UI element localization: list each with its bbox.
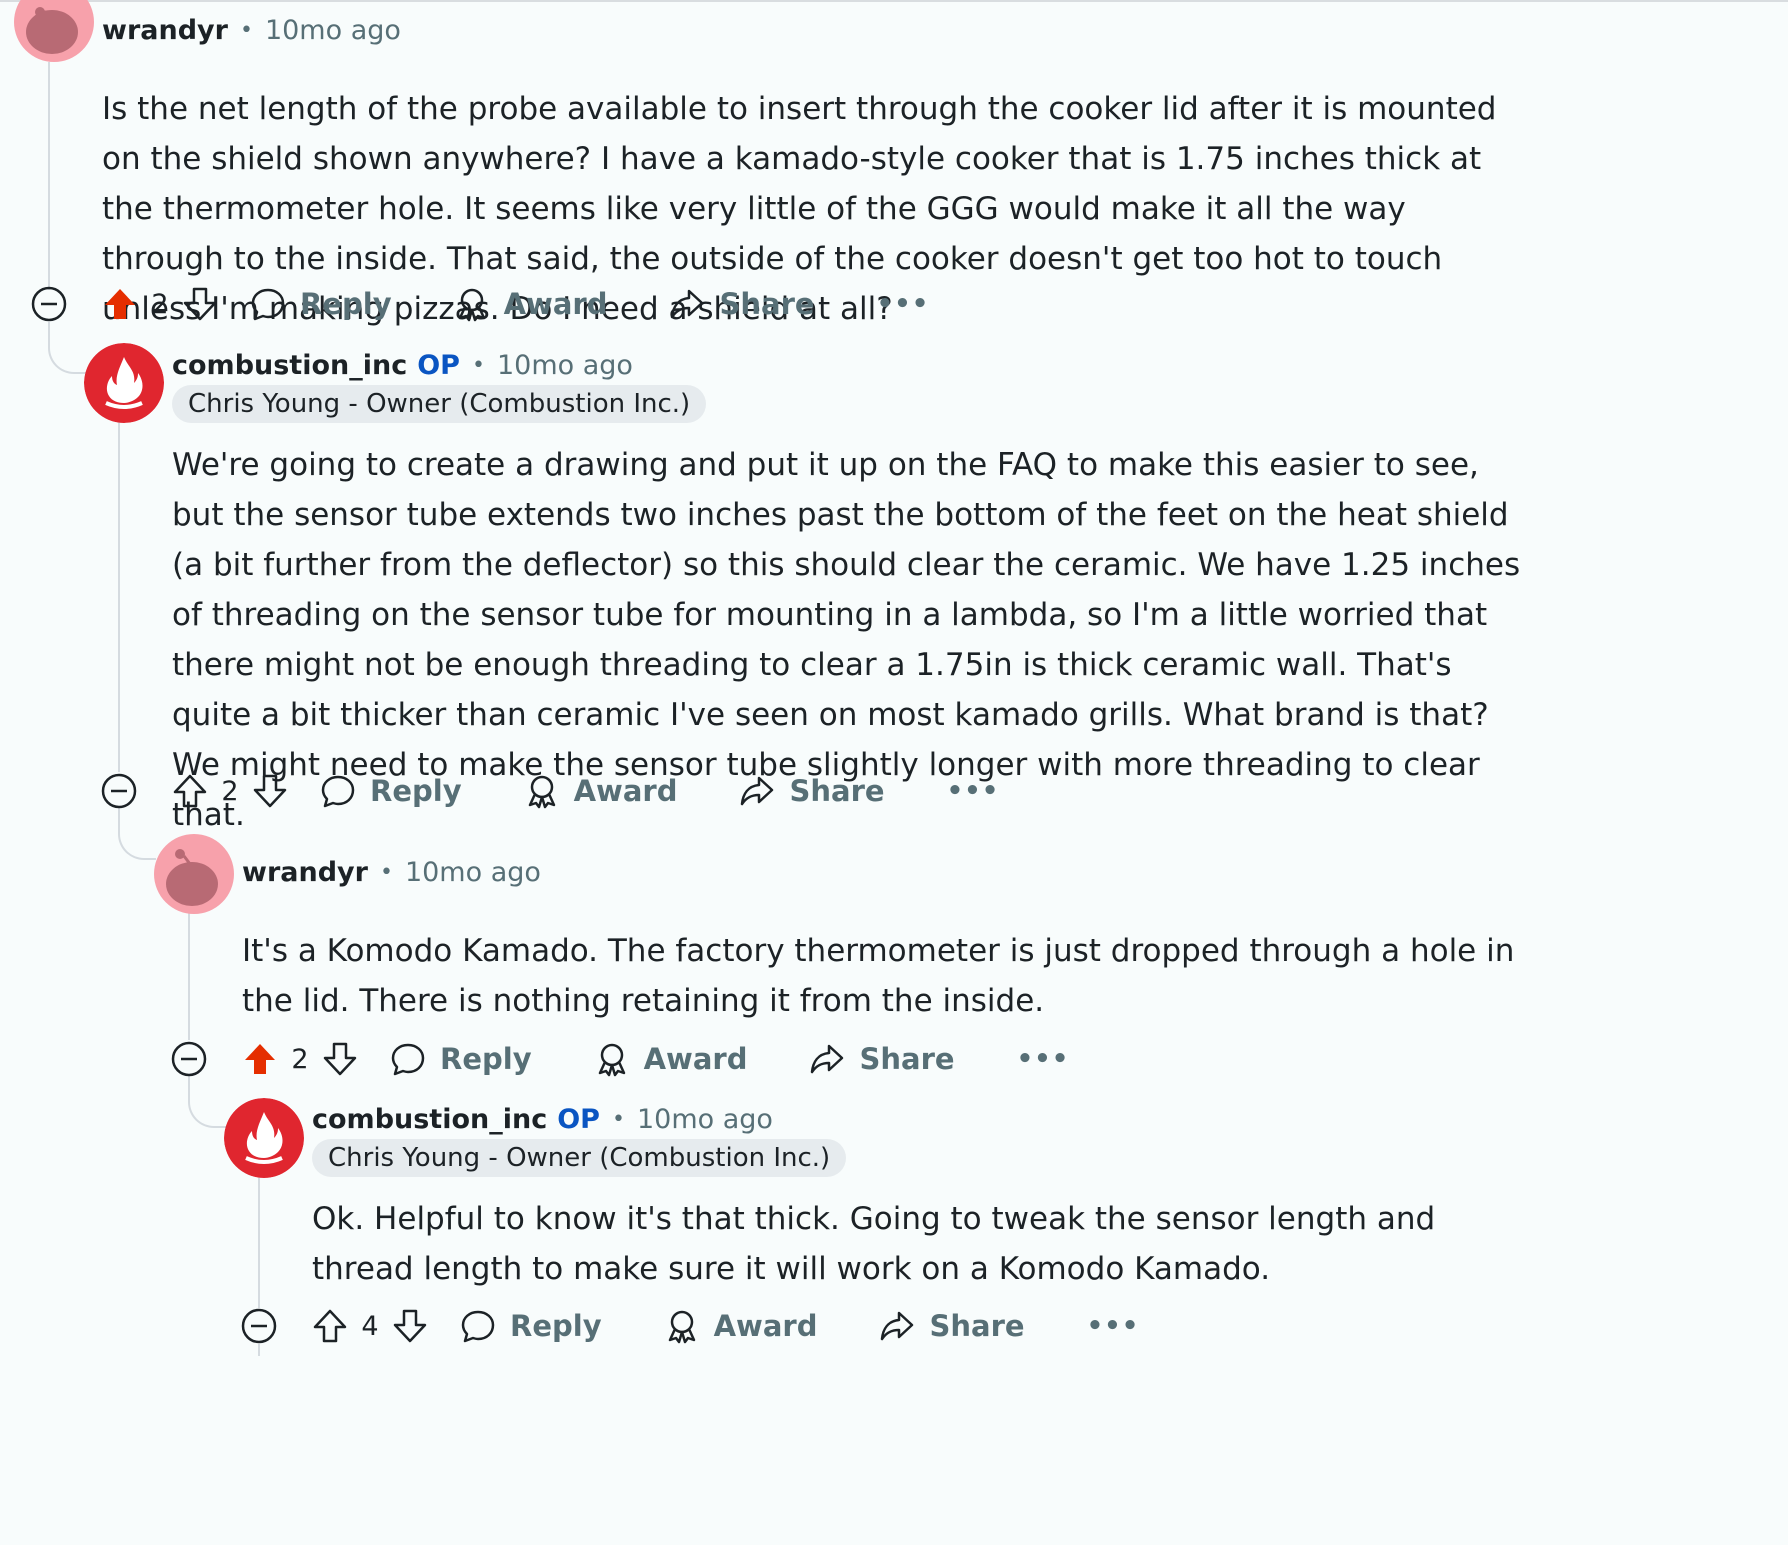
separator-dot: • bbox=[471, 352, 485, 378]
award-label: Award bbox=[643, 1042, 748, 1076]
thread-line bbox=[118, 420, 120, 772]
username[interactable]: combustion_inc bbox=[172, 350, 407, 381]
thread-curve bbox=[188, 1076, 226, 1128]
comment-meta: wrandyr • 10mo ago bbox=[242, 850, 541, 894]
award-button[interactable]: Award bbox=[664, 1308, 818, 1344]
downvote-icon[interactable] bbox=[250, 771, 290, 811]
share-button[interactable]: Share bbox=[669, 286, 815, 322]
vote-score: 2 bbox=[221, 775, 239, 807]
award-icon bbox=[668, 1310, 695, 1344]
reply-label: Reply bbox=[370, 774, 462, 808]
snoo-avatar-icon[interactable] bbox=[154, 834, 234, 914]
thread-line bbox=[48, 62, 50, 290]
comment-bubble-icon bbox=[251, 288, 285, 321]
upvote-filled-icon[interactable] bbox=[240, 1039, 280, 1079]
user-flair: Chris Young - Owner (Combustion Inc.) bbox=[312, 1139, 847, 1177]
share-icon bbox=[811, 1044, 844, 1074]
share-icon bbox=[671, 289, 704, 319]
comment-bubble-icon bbox=[321, 775, 355, 808]
op-badge: OP bbox=[557, 1103, 600, 1135]
comment-meta: combustion_inc OP • 10mo ago bbox=[312, 1097, 773, 1141]
award-button[interactable]: Award bbox=[524, 773, 678, 809]
downvote-icon[interactable] bbox=[320, 1039, 360, 1079]
downvote-icon[interactable] bbox=[180, 284, 220, 324]
award-icon bbox=[458, 288, 485, 322]
share-button[interactable]: Share bbox=[879, 1308, 1025, 1344]
username[interactable]: wrandyr bbox=[242, 857, 368, 888]
vote-score: 4 bbox=[361, 1310, 379, 1342]
award-label: Award bbox=[503, 287, 608, 321]
share-label: Share bbox=[789, 774, 885, 808]
user-flair: Chris Young - Owner (Combustion Inc.) bbox=[172, 385, 707, 423]
share-icon bbox=[741, 776, 774, 806]
share-button[interactable]: Share bbox=[739, 773, 885, 809]
username[interactable]: combustion_inc bbox=[312, 1104, 547, 1135]
upvote-filled-icon[interactable] bbox=[100, 284, 140, 324]
timestamp[interactable]: 10mo ago bbox=[265, 15, 401, 46]
comment-actions: 2 Reply Award Share ••• bbox=[240, 1033, 1069, 1085]
comment-actions: 2 Reply Award Share ••• bbox=[170, 765, 999, 817]
reply-button[interactable]: Reply bbox=[250, 286, 392, 322]
thread-curve bbox=[118, 808, 156, 860]
more-options-icon[interactable]: ••• bbox=[1087, 1311, 1140, 1341]
separator-dot: • bbox=[239, 17, 253, 43]
collapse-thread-icon[interactable] bbox=[30, 285, 68, 323]
share-label: Share bbox=[929, 1309, 1025, 1343]
collapse-thread-icon[interactable] bbox=[240, 1307, 278, 1345]
comment-body: It's a Komodo Kamado. The factory thermo… bbox=[242, 933, 1515, 1019]
separator-dot: • bbox=[611, 1106, 625, 1132]
award-label: Award bbox=[573, 774, 678, 808]
vote-score: 2 bbox=[151, 288, 169, 320]
more-options-icon[interactable]: ••• bbox=[877, 289, 930, 319]
vote-score: 2 bbox=[291, 1043, 309, 1075]
comment-body: Ok. Helpful to know it's that thick. Goi… bbox=[312, 1201, 1436, 1287]
share-button[interactable]: Share bbox=[809, 1041, 955, 1077]
reply-label: Reply bbox=[510, 1309, 602, 1343]
flame-logo-icon[interactable] bbox=[224, 1098, 304, 1178]
more-options-icon[interactable]: ••• bbox=[947, 776, 1000, 806]
comment-bubble-icon bbox=[391, 1043, 425, 1076]
share-label: Share bbox=[719, 287, 815, 321]
timestamp[interactable]: 10mo ago bbox=[497, 350, 633, 381]
collapse-thread-icon[interactable] bbox=[170, 1040, 208, 1078]
flame-logo-icon[interactable] bbox=[84, 343, 164, 423]
thread-line bbox=[258, 1174, 260, 1308]
comment-bubble-icon bbox=[461, 1310, 495, 1343]
comment-actions: 2 Reply Award Share ••• bbox=[100, 278, 929, 330]
downvote-icon[interactable] bbox=[390, 1306, 430, 1346]
award-button[interactable]: Award bbox=[454, 286, 608, 322]
more-options-icon[interactable]: ••• bbox=[1017, 1044, 1070, 1074]
award-icon bbox=[528, 775, 555, 809]
top-divider bbox=[0, 0, 1788, 2]
thread-line bbox=[188, 904, 190, 1040]
timestamp[interactable]: 10mo ago bbox=[637, 1104, 773, 1135]
comment-actions: 4 Reply Award Share ••• bbox=[310, 1300, 1139, 1352]
reply-button[interactable]: Reply bbox=[390, 1041, 532, 1077]
reply-button[interactable]: Reply bbox=[460, 1308, 602, 1344]
share-label: Share bbox=[859, 1042, 955, 1076]
snoo-avatar-icon[interactable] bbox=[14, 0, 94, 62]
reply-button[interactable]: Reply bbox=[320, 773, 462, 809]
collapse-thread-icon[interactable] bbox=[100, 772, 138, 810]
comment-meta: wrandyr • 10mo ago bbox=[102, 8, 401, 52]
reply-label: Reply bbox=[440, 1042, 532, 1076]
username[interactable]: wrandyr bbox=[102, 15, 228, 46]
upvote-icon[interactable] bbox=[170, 771, 210, 811]
comment-meta: combustion_inc OP • 10mo ago bbox=[172, 343, 633, 387]
op-badge: OP bbox=[417, 349, 460, 381]
reply-label: Reply bbox=[300, 287, 392, 321]
award-label: Award bbox=[713, 1309, 818, 1343]
upvote-icon[interactable] bbox=[310, 1306, 350, 1346]
timestamp[interactable]: 10mo ago bbox=[405, 857, 541, 888]
share-icon bbox=[881, 1311, 914, 1341]
thread-line bbox=[258, 1344, 260, 1356]
award-button[interactable]: Award bbox=[594, 1041, 748, 1077]
thread-curve bbox=[48, 322, 86, 374]
award-icon bbox=[598, 1043, 625, 1077]
separator-dot: • bbox=[379, 859, 393, 885]
